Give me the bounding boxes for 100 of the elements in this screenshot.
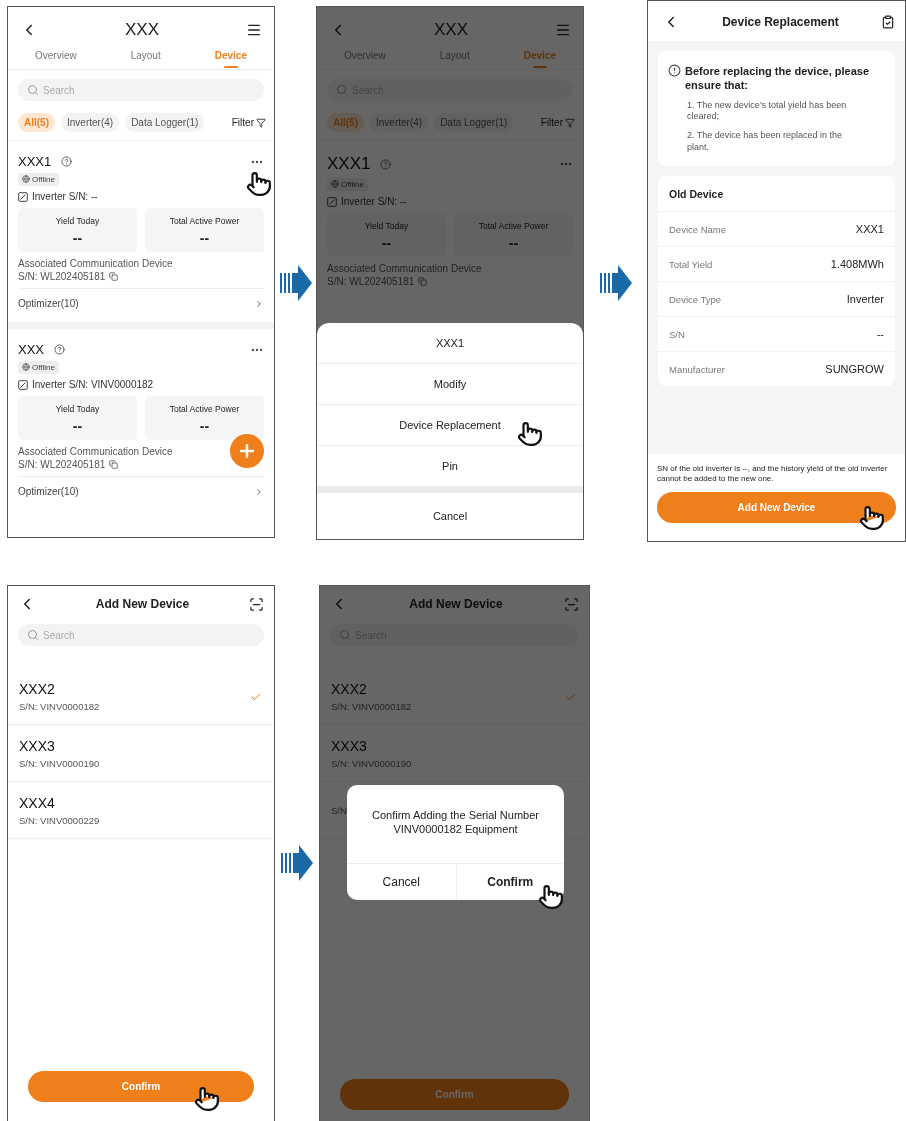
comm-device-serial: S/N: WL202405181 <box>327 276 415 287</box>
device-row[interactable]: XXX4 S/N: VINV0000229 <box>8 782 274 839</box>
tab[interactable]: Layout <box>122 46 169 69</box>
comm-device-label: Associated Communication Device <box>18 446 174 457</box>
menu-icon[interactable] <box>246 22 262 38</box>
filter-button[interactable]: Filter <box>540 117 575 128</box>
right-arrow-icon <box>599 265 632 301</box>
scan-icon[interactable] <box>249 596 264 612</box>
optimizer-row[interactable]: Optimizer(10) <box>18 476 264 506</box>
search-icon <box>27 629 39 641</box>
screen-title: XXX <box>125 20 159 40</box>
device-name: XXX3 <box>19 738 56 754</box>
device-serial: S/N: VINV0000190 <box>19 758 100 769</box>
add-fab[interactable] <box>230 434 264 468</box>
screen-title: XXX <box>434 20 468 40</box>
device-serial: S/N: VINV0000182 <box>331 701 412 712</box>
tab[interactable]: Overview <box>27 46 85 69</box>
add-device-button[interactable]: Add New Device <box>657 492 896 523</box>
hand-pointer-icon <box>859 505 885 531</box>
metric-label: Total Active Power <box>169 404 240 414</box>
notice-item: 1. The new device's total yield has been cleared; <box>686 99 848 123</box>
device-serial: S/N: VINV0000182 <box>19 701 100 712</box>
metric-label: Yield Today <box>55 216 100 226</box>
section-title: Old Device <box>669 187 724 200</box>
metric-value: -- <box>72 418 83 434</box>
device-row[interactable]: XXX3 S/N: VINV0000190 <box>320 725 589 782</box>
right-arrow-icon <box>279 265 312 301</box>
alert-icon <box>668 64 681 77</box>
device-serial: Inverter S/N: -- <box>32 191 98 202</box>
filter-chip[interactable]: Inverter(4) <box>61 113 120 132</box>
copy-icon[interactable] <box>109 272 119 281</box>
search-icon <box>27 84 39 96</box>
slashed-square-icon <box>18 191 28 202</box>
metric-value: -- <box>72 230 83 246</box>
device-name: XXX2 <box>19 681 56 697</box>
footer-note: SN of the old inverter is --, and the history yield of the old inverter cannot be added to the new one. <box>657 464 889 484</box>
device-row[interactable]: XXX2 S/N: VINV0000182 <box>8 668 274 725</box>
device-row[interactable]: XXX3 S/N: VINV0000190 <box>8 725 274 782</box>
globe-icon <box>22 363 30 371</box>
globe-icon <box>331 180 339 188</box>
comm-device-serial: S/N: WL202405181 <box>18 459 106 470</box>
status-label: Offline <box>341 179 364 189</box>
metric-value: -- <box>199 418 210 434</box>
info-value: -- <box>876 328 884 341</box>
globe-icon <box>22 175 30 183</box>
comm-device-label: Associated Communication Device <box>327 263 483 274</box>
screen-title: Device Replacement <box>722 15 839 29</box>
info-value: 1.408MWh <box>830 258 884 271</box>
chevron-right-icon <box>254 298 264 309</box>
device-row[interactable]: XXX2 S/N: VINV0000182 <box>320 668 589 725</box>
device-name: XXX3 <box>331 738 368 754</box>
notice-heading: Before replacing the device, please ensure that: <box>685 64 871 93</box>
metric-label: Total Active Power <box>478 221 549 231</box>
info-value: XXX1 <box>855 223 884 236</box>
right-arrow-icon <box>281 845 313 881</box>
device-name: XXX <box>18 342 44 357</box>
optimizer-row[interactable]: Optimizer(10) <box>18 288 264 318</box>
dialog-message: Confirm Adding the Serial Number VINV0000182 Equipment <box>371 808 540 837</box>
device-name: XXX1 <box>327 154 371 174</box>
info-label: Manufacturer <box>669 363 725 375</box>
notice-item: 2. The device has been replaced in the plant. <box>686 129 843 154</box>
filter-chip[interactable]: Data Logger(1) <box>125 113 205 132</box>
metric-value: -- <box>381 235 392 251</box>
info-label: S/N <box>669 328 685 340</box>
metric-value: -- <box>199 230 210 246</box>
help-icon[interactable] <box>61 156 73 167</box>
help-icon[interactable] <box>380 158 392 170</box>
screen-title: Add New Device <box>409 597 503 611</box>
search-field[interactable]: Search <box>18 624 264 646</box>
sheet-action[interactable]: Modify <box>317 364 583 405</box>
hand-pointer-icon <box>194 1086 220 1112</box>
info-label: Total Yield <box>669 258 713 270</box>
tab[interactable]: Device <box>206 46 255 69</box>
search-icon <box>336 84 348 96</box>
comm-device-serial: S/N: WL202405181 <box>18 271 106 282</box>
status-label: Offline <box>32 362 55 372</box>
device-serial: S/N: VINV0000190 <box>331 758 412 769</box>
device-name: XXX1 <box>18 154 52 169</box>
comm-device-label: Associated Communication Device <box>18 258 174 269</box>
confirm-button[interactable]: Confirm <box>28 1071 254 1102</box>
slashed-square-icon <box>18 379 28 390</box>
help-icon[interactable] <box>54 344 65 355</box>
device-serial: S/N <box>331 805 347 816</box>
copy-icon[interactable] <box>109 460 119 469</box>
chevron-right-icon <box>254 486 264 497</box>
sheet-title: XXX1 <box>317 323 583 364</box>
search-field[interactable]: Search <box>18 79 264 101</box>
cancel-button[interactable]: Cancel <box>317 493 583 539</box>
filter-chip[interactable]: Data Logger(1) <box>434 113 514 132</box>
metric-value: -- <box>508 235 519 251</box>
search-icon <box>339 629 351 641</box>
cancel-button[interactable]: Cancel <box>347 863 456 900</box>
plus-icon <box>237 441 257 461</box>
status-label: Offline <box>32 174 55 184</box>
filter-chip[interactable]: Inverter(4) <box>370 113 429 132</box>
metric-label: Yield Today <box>55 404 100 414</box>
filter-button[interactable]: Filter <box>231 117 266 128</box>
metric-label: Total Active Power <box>169 216 240 226</box>
info-label: Device Type <box>669 293 722 305</box>
clipboard-check-icon[interactable] <box>881 15 895 29</box>
